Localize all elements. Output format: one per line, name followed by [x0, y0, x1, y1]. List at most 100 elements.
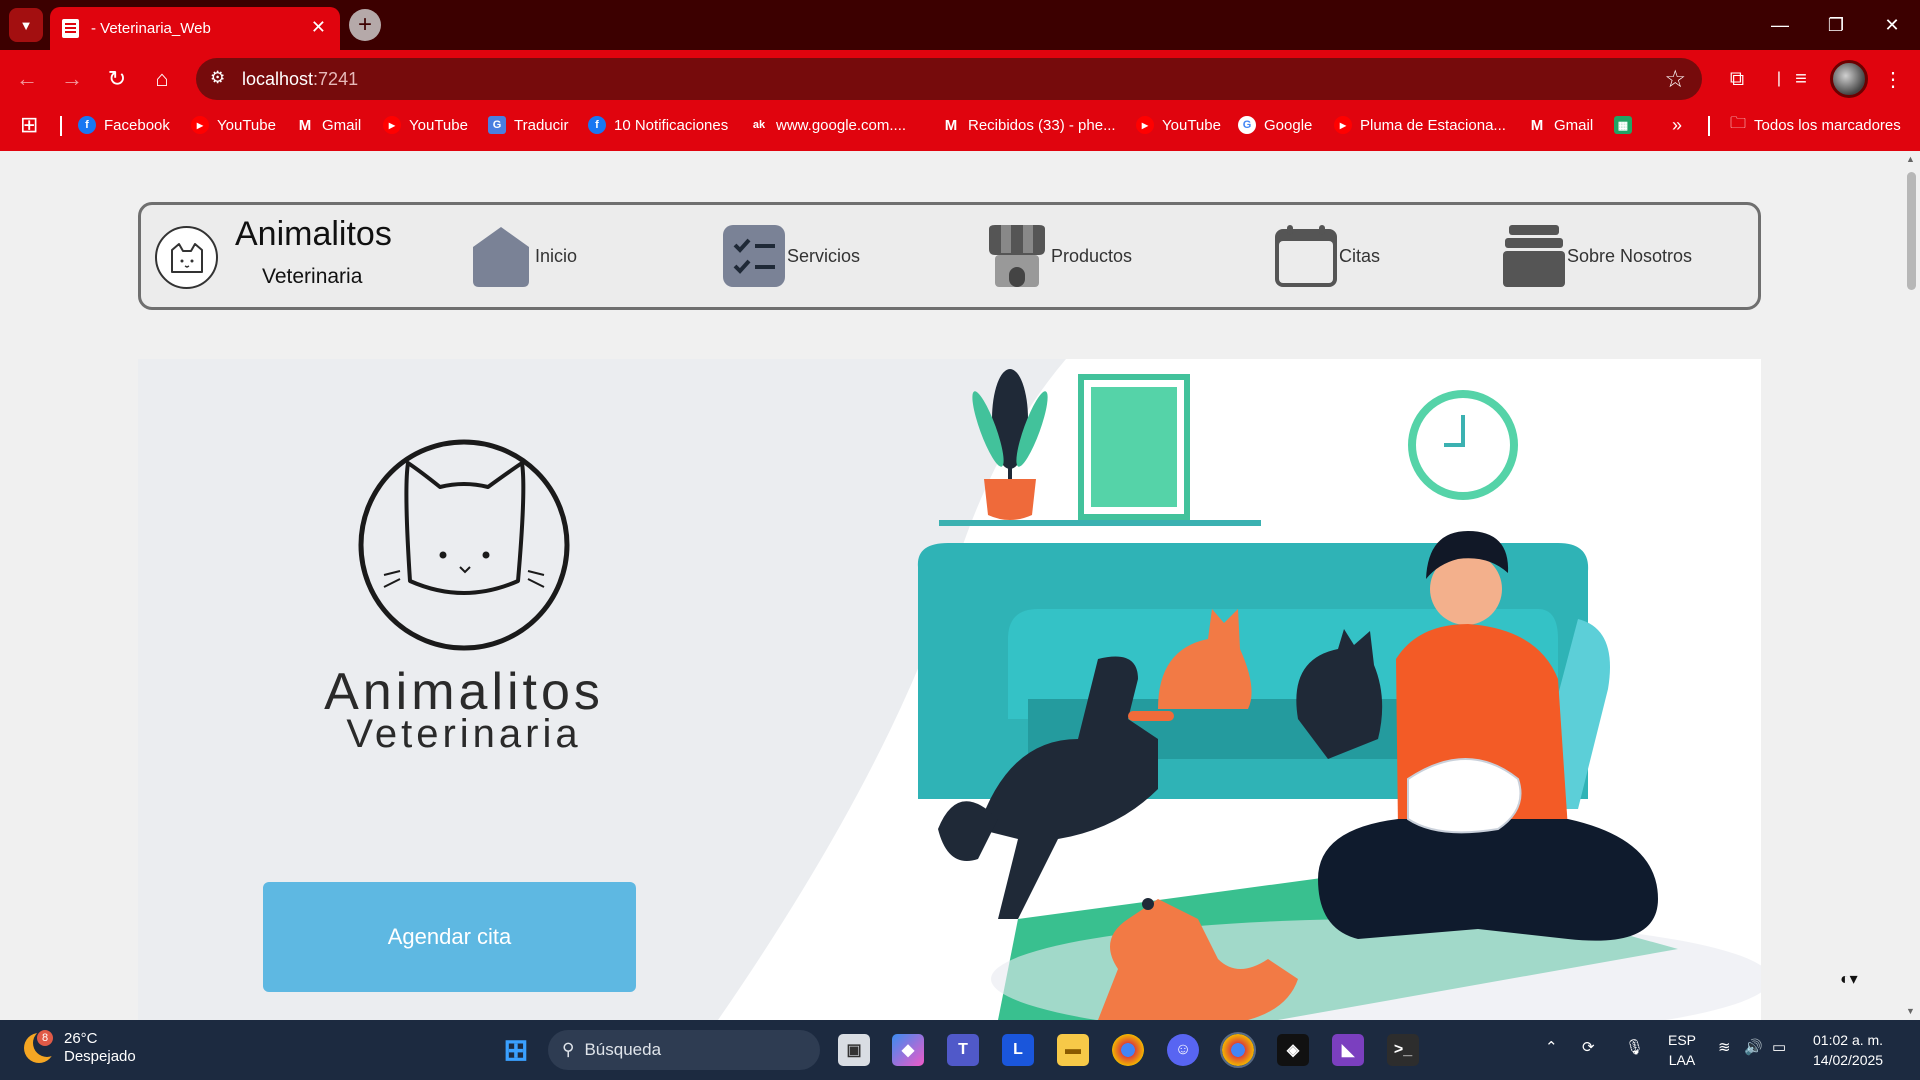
bookmarks-bar: ⊞ f Facebook ▶ YouTube M Gmail ▶ YouTube G Tr… [0, 108, 1920, 151]
weather-badge: 8 [37, 1030, 53, 1046]
google-icon: G [1238, 116, 1256, 134]
tab-close-icon[interactable]: ✕ [311, 17, 326, 38]
nav-label: Productos [1051, 245, 1133, 266]
chrome-active-icon[interactable] [1220, 1032, 1256, 1068]
bookmark-item[interactable]: ak www.google.com.... [750, 108, 906, 142]
forward-arrow-icon[interactable]: → [55, 62, 89, 96]
brand-subtitle: Veterinaria [262, 265, 363, 288]
gmail-icon: M [298, 116, 312, 134]
search-icon: ⚲ [562, 1040, 575, 1059]
browser-tab-bar: ▼ - Veterinaria_Web ✕ + — ❐ ✕ [0, 0, 1920, 50]
youtube-icon: ▶ [383, 116, 401, 134]
chrome-icon[interactable] [1112, 1034, 1144, 1066]
keyboard-layout: LAA [1668, 1052, 1696, 1068]
menu-kebab-icon[interactable]: ⋮ [1876, 62, 1910, 96]
home-icon[interactable]: ⌂ [145, 62, 179, 96]
windows-start-icon[interactable]: ⊞ [500, 1034, 532, 1067]
bookmark-item[interactable]: M Gmail [1528, 108, 1593, 142]
scrollbar-thumb[interactable] [1907, 172, 1916, 290]
bookmark-item[interactable]: G Traducir [488, 108, 568, 142]
restore-button[interactable]: ❐ [1808, 0, 1864, 50]
bookmark-item[interactable]: f 10 Notificaciones [588, 108, 728, 142]
bookmark-item[interactable]: ▶ Pluma de Estaciona... [1334, 108, 1506, 142]
scroll-down-icon[interactable]: ▼ [1906, 1006, 1915, 1016]
copilot-icon[interactable]: ◆ [892, 1034, 924, 1066]
clock-date: 14/02/2025 [1813, 1052, 1884, 1068]
microphone-icon[interactable]: 🎙 [1625, 1038, 1644, 1056]
language-indicator[interactable]: ESP LAA [1668, 1030, 1696, 1070]
nav-inicio[interactable]: Inicio [471, 225, 577, 287]
bookmark-item[interactable]: ▶ YouTube [383, 108, 468, 142]
system-clock[interactable]: 01:02 a. m. 14/02/2025 [1813, 1030, 1883, 1070]
unity-icon[interactable]: ◈ [1277, 1034, 1309, 1066]
bookmark-item[interactable]: M Recibidos (33) - phe... [942, 108, 1116, 142]
checklist-icon [723, 225, 785, 287]
windows-taskbar: 8 26°C Despejado ⊞ ⚲ Búsqueda ▣ ◆ T L ▬ … [0, 1020, 1920, 1080]
reload-icon[interactable]: ↻ [100, 62, 134, 96]
page-viewport: Animalitos Veterinaria Inicio Servicios … [0, 151, 1903, 1020]
taskbar-search[interactable]: ⚲ Búsqueda [548, 1030, 820, 1070]
bookmark-label: Pluma de Estaciona... [1360, 116, 1506, 134]
bookmark-item[interactable]: ▶ YouTube [1136, 108, 1221, 142]
discord-icon[interactable]: ☺ [1167, 1034, 1199, 1066]
folder-icon: 🗀 [1730, 114, 1747, 132]
weather-widget[interactable]: 8 26°C Despejado [24, 1029, 136, 1066]
nav-servicios[interactable]: Servicios [723, 225, 860, 287]
nav-sobre-nosotros[interactable]: Sobre Nosotros [1503, 225, 1692, 287]
scroll-up-icon[interactable]: ▲ [1906, 154, 1915, 164]
terminal-icon[interactable]: >_ [1387, 1034, 1419, 1066]
bookmark-item[interactable]: G Google [1238, 108, 1312, 142]
sync-icon[interactable]: ⟳ [1582, 1038, 1595, 1056]
address-bar[interactable]: ⚙ localhost:7241 ☆ [196, 58, 1702, 100]
close-window-button[interactable]: ✕ [1864, 0, 1920, 50]
apps-grid-icon[interactable]: ⊞ [20, 108, 38, 142]
bookmark-star-icon[interactable]: ☆ [1664, 65, 1686, 94]
nav-citas[interactable]: Citas [1275, 225, 1380, 287]
all-bookmarks-button[interactable]: 🗀 Todos los marcadores [1730, 108, 1901, 142]
nav-productos[interactable]: Productos [987, 225, 1132, 287]
battery-icon[interactable]: ▭ [1772, 1038, 1786, 1056]
visual-studio-icon[interactable]: ◣ [1332, 1034, 1364, 1066]
new-tab-button[interactable]: + [349, 9, 381, 41]
akamai-icon: ak [752, 119, 766, 131]
volume-icon[interactable]: 🔊 [1744, 1038, 1763, 1056]
weather-condition: Despejado [64, 1048, 136, 1065]
brand-name[interactable]: Animalitos [235, 215, 392, 254]
l-app-icon[interactable]: L [1002, 1034, 1034, 1066]
theme-toggle-icon[interactable]: ◐▾ [1840, 969, 1858, 989]
bookmark-item[interactable]: M Gmail [296, 108, 361, 142]
more-bookmarks-button[interactable]: » [1672, 108, 1682, 142]
back-arrow-icon[interactable]: ← [10, 62, 44, 96]
site-info-icon[interactable]: ⚙ [210, 68, 225, 88]
youtube-icon: ▶ [1136, 116, 1154, 134]
page-scrollbar[interactable]: ▲ ▼ [1903, 151, 1920, 1020]
bookmark-item[interactable]: f Facebook [78, 108, 170, 142]
bookmark-label: Recibidos (33) - phe... [968, 116, 1116, 134]
youtube-icon: ▶ [1334, 116, 1352, 134]
bookmark-item[interactable]: ▶ YouTube [191, 108, 276, 142]
hero-logo-title: Animalitos [324, 663, 604, 721]
clock-time: 01:02 a. m. [1813, 1032, 1884, 1048]
active-tab[interactable]: - Veterinaria_Web ✕ [50, 7, 340, 50]
wifi-icon[interactable]: ≋ [1718, 1038, 1731, 1056]
youtube-icon: ▶ [191, 116, 209, 134]
site-navbar: Animalitos Veterinaria Inicio Servicios … [138, 202, 1761, 310]
media-control-icon[interactable]: ≡ [1784, 62, 1818, 96]
profile-avatar[interactable] [1830, 60, 1868, 98]
tray-expand-icon[interactable]: ⌃ [1545, 1038, 1558, 1056]
url-port: :7241 [313, 68, 359, 89]
task-view-icon[interactable]: ▣ [838, 1034, 870, 1066]
tab-search-button[interactable]: ▼ [9, 8, 43, 42]
sheets-bookmark[interactable]: ▦ [1614, 108, 1640, 142]
extensions-icon[interactable]: ⧉ [1720, 62, 1754, 96]
schedule-appointment-button[interactable]: Agendar cita [263, 882, 636, 992]
all-bookmarks-label: Todos los marcadores [1754, 116, 1901, 134]
gmail-icon: M [944, 116, 958, 134]
temperature: 26°C [64, 1030, 98, 1047]
url-host: localhost [242, 68, 314, 89]
minimize-button[interactable]: — [1752, 0, 1808, 50]
file-explorer-icon[interactable]: ▬ [1057, 1034, 1089, 1066]
teams-icon[interactable]: T [947, 1034, 979, 1066]
gmail-icon: M [1530, 116, 1544, 134]
cat-logo-icon[interactable] [155, 226, 218, 289]
